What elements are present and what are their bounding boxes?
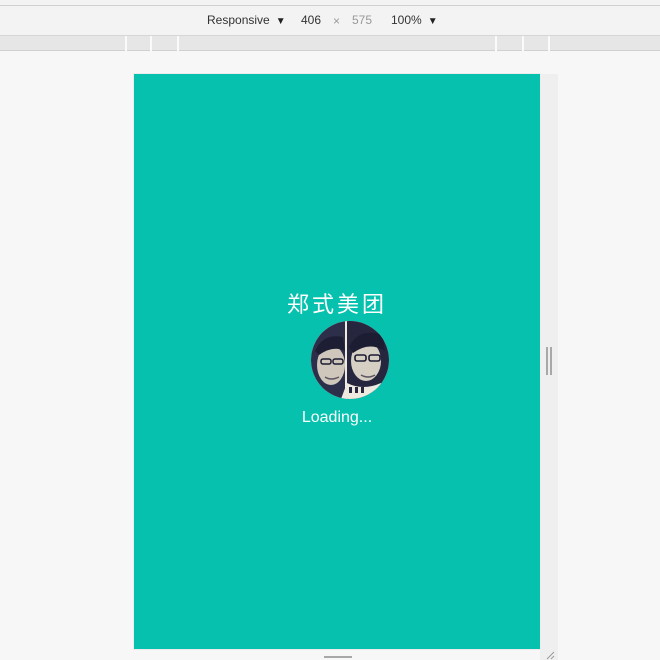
viewport-width-input[interactable]: 406 [301, 13, 321, 27]
zoom-dropdown[interactable]: 100% ▼ [391, 13, 438, 29]
ruler-tick [495, 36, 497, 51]
vertical-resize-handle-icon[interactable] [546, 347, 552, 375]
zoom-label: 100% [391, 13, 422, 27]
device-toolbar: Responsive ▼ 406 × 575 100% ▼ [0, 0, 660, 36]
device-mode-label: Responsive [207, 13, 270, 27]
device-screen: 郑式美团 Loading... [134, 74, 540, 649]
ruler-tick [522, 36, 524, 51]
device-mode-dropdown[interactable]: Responsive ▼ [207, 13, 286, 29]
chevron-down-icon: ▼ [275, 16, 286, 27]
avatar [311, 321, 389, 399]
avatar-photo-icon [311, 321, 389, 399]
horizontal-resize-handle-icon[interactable] [324, 656, 352, 660]
app-title: 郑式美团 [286, 293, 387, 318]
media-query-ruler[interactable] [0, 36, 660, 51]
toolbar-divider [0, 5, 660, 6]
chevron-down-icon: ▼ [427, 16, 438, 27]
dimension-times-symbol: × [333, 14, 341, 28]
ruler-tick [150, 36, 152, 51]
corner-resize-handle-icon[interactable] [545, 650, 555, 660]
loading-text: Loading... [301, 409, 373, 426]
ruler-tick [177, 36, 179, 51]
ruler-tick [548, 36, 550, 51]
viewport-height-input[interactable]: 575 [352, 13, 372, 27]
ruler-tick [125, 36, 127, 51]
